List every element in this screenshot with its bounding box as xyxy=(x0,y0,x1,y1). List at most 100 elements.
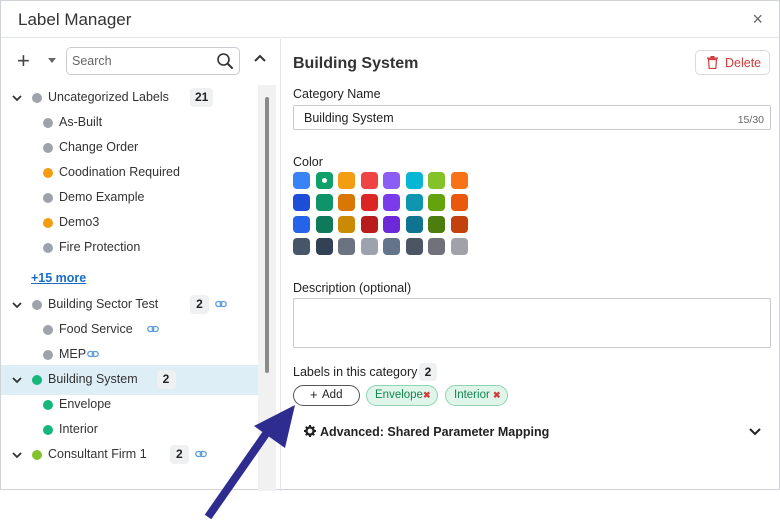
count-badge: 2 xyxy=(156,370,176,389)
tree-row-label: Building System xyxy=(48,372,138,386)
color-swatch[interactable] xyxy=(405,172,423,189)
chevron-down-icon[interactable] xyxy=(11,374,23,386)
chevron-down-icon[interactable] xyxy=(11,299,23,311)
color-swatch[interactable] xyxy=(383,238,400,255)
description-field[interactable] xyxy=(293,298,771,348)
advanced-section-label: Advanced: Shared Parameter Mapping xyxy=(320,425,550,439)
color-swatch[interactable] xyxy=(405,238,423,255)
color-swatch[interactable] xyxy=(293,238,310,255)
scrollbar-thumb[interactable] xyxy=(265,97,269,373)
link-icon xyxy=(87,350,99,358)
chevron-up-icon[interactable] xyxy=(253,53,267,63)
label-chip-interior[interactable]: Interior ✖ xyxy=(445,385,508,406)
tree-row-label: Demo Example xyxy=(59,190,145,204)
chevron-down-icon[interactable] xyxy=(11,449,23,461)
label-color-dot xyxy=(43,118,53,128)
color-swatch[interactable] xyxy=(293,194,310,211)
color-swatch[interactable] xyxy=(338,194,355,211)
color-swatch[interactable] xyxy=(450,216,468,233)
advanced-section-toggle[interactable]: Advanced: Shared Parameter Mapping xyxy=(293,421,773,443)
label-color-dot xyxy=(32,450,42,460)
category-detail: Building System Delete Category Name 15/… xyxy=(282,39,779,491)
label-color-dot xyxy=(32,93,42,103)
color-swatch[interactable] xyxy=(360,238,378,255)
chevron-down-icon[interactable] xyxy=(11,92,23,104)
add-category-button[interactable]: + xyxy=(17,50,30,72)
search-input[interactable] xyxy=(72,52,212,70)
category-name-input[interactable] xyxy=(304,110,704,126)
category-name-label: Category Name xyxy=(293,87,381,101)
search-icon[interactable] xyxy=(216,52,234,70)
tree-row-label: Food Service xyxy=(59,322,133,336)
color-swatch[interactable] xyxy=(428,216,445,233)
count-badge: 2 xyxy=(169,445,189,464)
tree-row-label: MEP xyxy=(59,347,87,361)
remove-chip-icon[interactable]: ✖ xyxy=(493,390,501,401)
chevron-down-icon[interactable] xyxy=(748,427,762,437)
plus-icon: + xyxy=(310,387,318,402)
labels-count-badge: 2 xyxy=(419,363,437,381)
close-icon[interactable]: × xyxy=(752,9,763,30)
count-badge: 21 xyxy=(190,88,214,107)
chip-label: Envelope xyxy=(375,389,423,401)
color-swatch[interactable] xyxy=(450,194,468,211)
search-field[interactable] xyxy=(66,47,240,75)
label-color-dot xyxy=(43,243,53,253)
show-more-link[interactable]: +15 more xyxy=(31,271,86,285)
color-swatch[interactable] xyxy=(293,172,310,189)
caret-down-icon[interactable] xyxy=(48,58,56,63)
tree-row-label: Consultant Firm 1 xyxy=(48,447,147,461)
description-textarea[interactable] xyxy=(294,299,770,347)
tree-row-label: Interior xyxy=(59,422,98,436)
label-color-dot xyxy=(43,168,53,178)
color-swatch[interactable] xyxy=(338,216,355,233)
dialog-title: Label Manager xyxy=(18,10,132,29)
label-color-dot xyxy=(43,400,53,410)
remove-chip-icon[interactable]: ✖ xyxy=(423,390,431,401)
color-swatch[interactable] xyxy=(338,238,355,255)
color-swatch[interactable] xyxy=(405,216,423,233)
arrow-annotation xyxy=(204,405,295,520)
trash-icon xyxy=(707,56,718,69)
count-badge: 2 xyxy=(190,295,209,314)
category-name-field[interactable]: 15/30 xyxy=(293,105,771,130)
color-swatch[interactable] xyxy=(450,172,468,189)
color-swatch[interactable] xyxy=(360,216,378,233)
selected-indicator xyxy=(321,178,327,183)
color-swatch[interactable] xyxy=(383,216,400,233)
color-swatch[interactable] xyxy=(428,238,445,255)
label-color-dot xyxy=(43,325,53,335)
color-swatch[interactable] xyxy=(315,194,333,211)
color-swatch[interactable] xyxy=(315,216,333,233)
color-swatch[interactable] xyxy=(428,194,445,211)
char-counter: 15/30 xyxy=(737,114,764,126)
tree-row-label: As-Built xyxy=(59,115,103,129)
add-label-button[interactable]: + Add xyxy=(293,385,360,406)
category-title: Building System xyxy=(293,55,419,72)
tree-row-label: Change Order xyxy=(59,140,139,154)
color-swatch[interactable] xyxy=(428,172,445,189)
color-swatch[interactable] xyxy=(383,172,400,189)
tree-label-row[interactable]: Fire Protection xyxy=(1,233,258,263)
color-swatch[interactable] xyxy=(315,172,333,189)
description-label: Description (optional) xyxy=(293,281,412,295)
label-color-dot xyxy=(32,300,42,310)
delete-button[interactable]: Delete xyxy=(695,50,770,75)
color-palette xyxy=(293,172,473,260)
color-swatch[interactable] xyxy=(360,172,378,189)
color-swatch[interactable] xyxy=(293,216,310,233)
color-swatch[interactable] xyxy=(338,172,355,189)
color-swatch[interactable] xyxy=(315,238,333,255)
label-color-dot xyxy=(43,350,53,360)
label-color-dot xyxy=(43,193,53,203)
color-swatch[interactable] xyxy=(383,194,400,211)
delete-label: Delete xyxy=(725,56,762,70)
titlebar: Label Manager × xyxy=(1,1,779,38)
color-label: Color xyxy=(293,155,323,169)
label-color-dot xyxy=(43,218,53,228)
label-chip-envelope[interactable]: Envelope ✖ xyxy=(366,385,438,406)
color-swatch[interactable] xyxy=(450,238,468,255)
color-swatch[interactable] xyxy=(405,194,423,211)
color-swatch[interactable] xyxy=(360,194,378,211)
chip-label: Interior xyxy=(454,389,490,401)
